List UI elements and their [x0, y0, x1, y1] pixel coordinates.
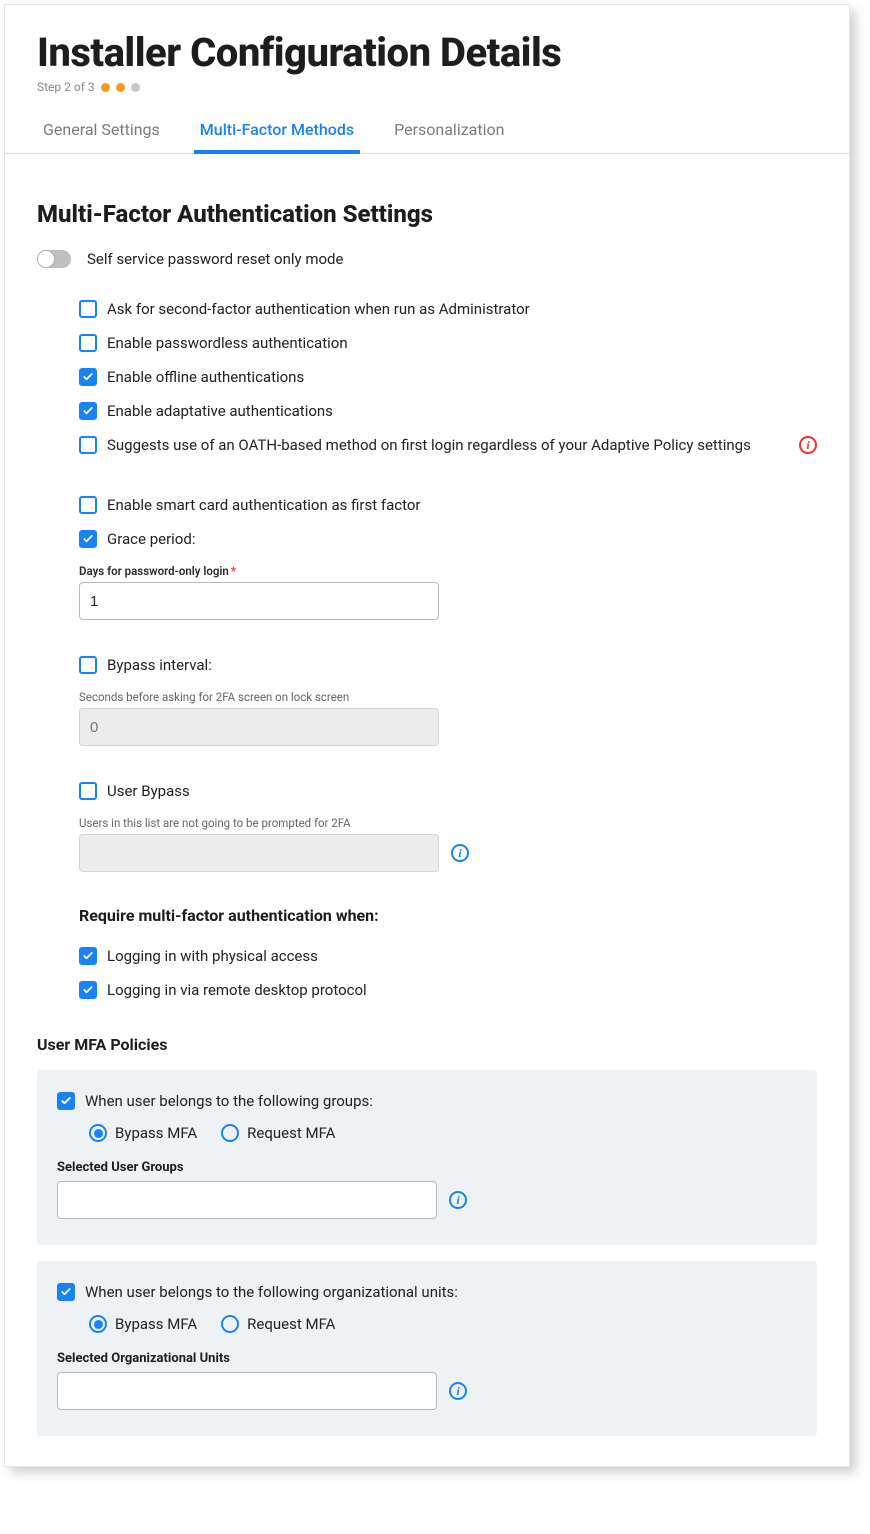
selected-user-groups-label: Selected User Groups [57, 1160, 797, 1175]
policy-groups-block: When user belongs to the following group… [37, 1070, 817, 1245]
checkbox-adaptive[interactable] [79, 402, 97, 420]
bypass-interval-input [79, 708, 439, 746]
require-mfa-heading: Require multi-factor authentication when… [79, 906, 817, 925]
label-policy-ous: When user belongs to the following organ… [85, 1283, 458, 1301]
checkbox-smartcard[interactable] [79, 496, 97, 514]
selected-ous-label: Selected Organizational Units [57, 1351, 797, 1366]
label-require-physical: Logging in with physical access [107, 947, 318, 965]
info-icon[interactable]: i [449, 1191, 467, 1209]
selected-user-groups-input[interactable] [57, 1181, 437, 1219]
info-icon[interactable]: i [799, 436, 817, 454]
tab-bar: General Settings Multi-Factor Methods Pe… [5, 112, 849, 154]
step-dot-1 [101, 83, 110, 92]
grace-days-label: Days for password-only login [79, 564, 229, 578]
label-user-bypass: User Bypass [107, 782, 190, 800]
radio-groups-request[interactable]: Request MFA [221, 1124, 335, 1142]
bypass-interval-help: Seconds before asking for 2FA screen on … [79, 690, 817, 704]
checkmark-icon [82, 984, 94, 996]
mfa-section-title: Multi-Factor Authentication Settings [37, 200, 817, 228]
required-asterisk: * [231, 564, 236, 578]
radio-icon [221, 1124, 239, 1142]
grace-days-input[interactable] [79, 582, 439, 620]
tab-multi-factor-methods[interactable]: Multi-Factor Methods [194, 112, 360, 153]
checkbox-offline[interactable] [79, 368, 97, 386]
step-text: Step 2 of 3 [37, 80, 95, 94]
radio-icon [89, 1315, 107, 1333]
checkbox-passwordless[interactable] [79, 334, 97, 352]
label-policy-groups: When user belongs to the following group… [85, 1092, 373, 1110]
page-title: Installer Configuration Details [37, 29, 817, 76]
label-bypass-interval: Bypass interval: [107, 656, 212, 674]
policy-ous-block: When user belongs to the following organ… [37, 1261, 817, 1436]
step-dot-2 [116, 83, 125, 92]
checkbox-policy-ous[interactable] [57, 1283, 75, 1301]
label-offline: Enable offline authentications [107, 368, 304, 386]
sspr-only-label: Self service password reset only mode [87, 250, 343, 268]
label-passwordless: Enable passwordless authentication [107, 334, 348, 352]
radio-ous-bypass[interactable]: Bypass MFA [89, 1315, 197, 1333]
checkbox-admin-2fa[interactable] [79, 300, 97, 318]
user-bypass-input [79, 834, 439, 872]
label-smartcard: Enable smart card authentication as firs… [107, 496, 421, 514]
label-admin-2fa: Ask for second-factor authentication whe… [107, 300, 530, 318]
info-icon[interactable]: i [451, 844, 469, 862]
checkbox-require-physical[interactable] [79, 947, 97, 965]
label-adaptive: Enable adaptative authentications [107, 402, 333, 420]
label-oath-suggest: Suggests use of an OATH-based method on … [107, 436, 751, 454]
step-dot-3 [131, 83, 140, 92]
info-icon[interactable]: i [449, 1382, 467, 1400]
checkmark-icon [82, 950, 94, 962]
radio-label-groups-bypass: Bypass MFA [115, 1124, 197, 1142]
checkmark-icon [82, 371, 94, 383]
checkbox-grace-period[interactable] [79, 530, 97, 548]
step-indicator: Step 2 of 3 [37, 80, 817, 94]
tab-general-settings[interactable]: General Settings [37, 112, 166, 153]
tab-personalization[interactable]: Personalization [388, 112, 510, 153]
checkmark-icon [82, 405, 94, 417]
checkbox-policy-groups[interactable] [57, 1092, 75, 1110]
radio-ous-request[interactable]: Request MFA [221, 1315, 335, 1333]
radio-groups-bypass[interactable]: Bypass MFA [89, 1124, 197, 1142]
selected-ous-input[interactable] [57, 1372, 437, 1410]
user-bypass-help: Users in this list are not going to be p… [79, 816, 817, 830]
user-mfa-policies-heading: User MFA Policies [37, 1035, 817, 1054]
checkbox-user-bypass[interactable] [79, 782, 97, 800]
checkbox-bypass-interval[interactable] [79, 656, 97, 674]
label-require-rdp: Logging in via remote desktop protocol [107, 981, 367, 999]
toggle-knob [38, 251, 54, 267]
radio-label-ous-request: Request MFA [247, 1315, 335, 1333]
checkbox-require-rdp[interactable] [79, 981, 97, 999]
radio-icon [89, 1124, 107, 1142]
checkmark-icon [82, 533, 94, 545]
label-grace-period: Grace period: [107, 530, 195, 548]
sspr-only-toggle[interactable] [37, 250, 71, 268]
radio-label-groups-request: Request MFA [247, 1124, 335, 1142]
checkmark-icon [60, 1095, 72, 1107]
radio-icon [221, 1315, 239, 1333]
checkbox-oath-suggest[interactable] [79, 436, 97, 454]
checkmark-icon [60, 1286, 72, 1298]
radio-label-ous-bypass: Bypass MFA [115, 1315, 197, 1333]
